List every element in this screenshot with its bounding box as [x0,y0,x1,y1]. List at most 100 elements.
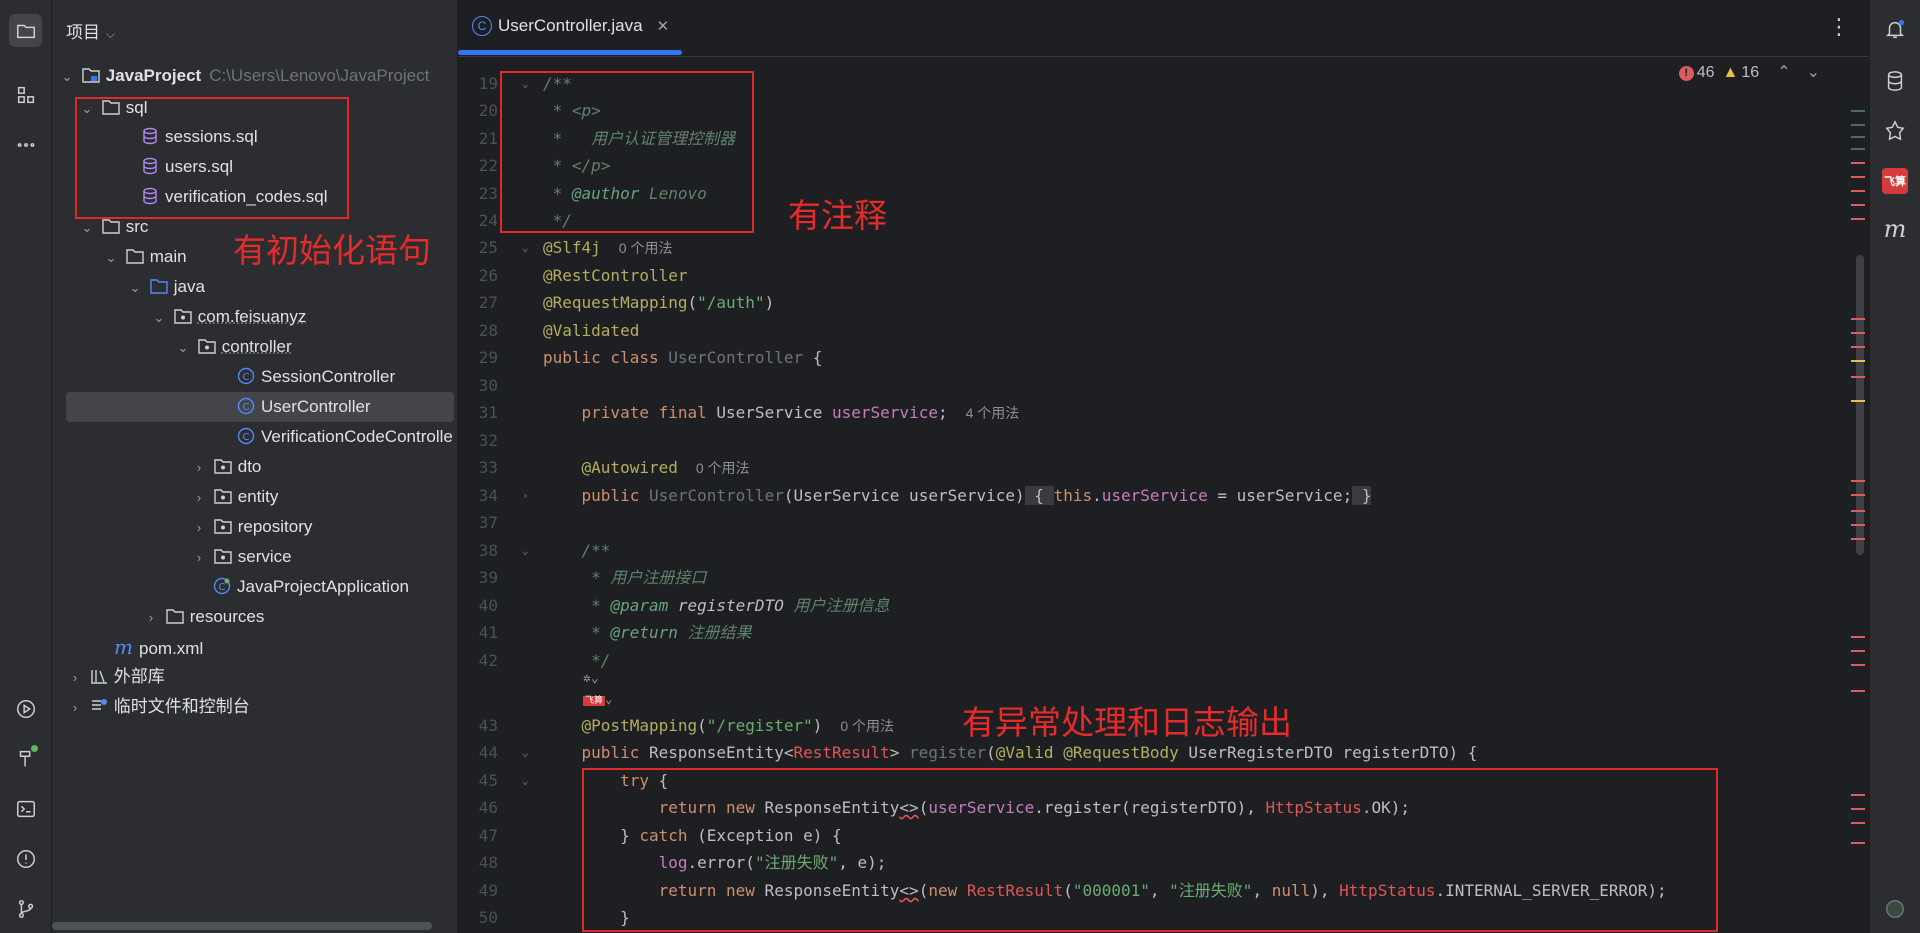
tree-item-resources[interactable]: › resources [142,602,265,633]
chevron-down-icon[interactable]: ⌄ [1807,64,1820,81]
tree-item-entity[interactable]: › entity [190,482,279,513]
svg-text:C: C [243,402,250,413]
close-icon[interactable]: ✕ [657,18,670,35]
maven-m-icon[interactable]: m [1882,215,1908,243]
tree-item-service[interactable]: › service [190,542,292,572]
tree-item-scratches[interactable]: › 临时文件和控制台 [66,692,250,722]
tree-item-label: 临时文件和控制台 [113,697,250,716]
project-path: C:\Users\Lenovo\JavaProject [209,66,430,85]
git-icon[interactable] [9,892,42,925]
more-vertical-icon[interactable]: ⋮ [1828,14,1850,40]
error-marker [1851,218,1865,220]
comment-annotation-box [500,71,754,233]
chevron-right-icon[interactable]: › [190,543,208,573]
project-panel-title[interactable]: 项目 ⌵ [66,18,115,43]
build-icon[interactable] [9,742,42,775]
folder-icon [102,219,120,234]
chevron-right-icon[interactable]: › [190,453,208,483]
error-marker [1851,376,1865,378]
tree-item-label: src [125,217,149,236]
error-marker [1851,176,1865,178]
avatar-icon[interactable] [1882,896,1908,922]
usage-hint[interactable]: 0 个用法 [619,240,673,256]
warning-icon: ▲ [1722,64,1739,81]
package-icon [214,459,232,474]
feisuan-inlay-icon[interactable]: 飞算 ⌄ [583,689,612,711]
problems-icon[interactable] [9,842,42,875]
tree-item-com-feisuanyz[interactable]: ⌄ com.feisuanyz [150,302,307,333]
tree-item-java[interactable]: ⌄ java [126,272,205,302]
chevron-down-icon[interactable]: ⌄ [58,62,76,92]
tree-item-label: SessionController [261,367,396,386]
project-horizontal-scrollbar[interactable] [52,922,432,930]
more-icon[interactable] [9,128,42,161]
error-count: 46 [1696,64,1715,81]
usage-hint[interactable]: 0 个用法 [696,460,750,476]
usage-hint[interactable]: 4 个用法 [966,405,1020,421]
error-marker [1851,494,1865,496]
run-icon[interactable] [9,692,42,725]
chevron-right-icon[interactable]: › [142,603,160,633]
chevron-down-icon[interactable]: ⌄ [150,303,168,333]
inspection-widget[interactable]: ! 46 ▲ 16 ⌃ ⌄ [1678,62,1820,82]
editor-tab-bar: C UserController.java ✕ ⋮ [458,0,1870,57]
package-icon [214,519,232,534]
ai-inlay-icon[interactable]: ✲⌄ [583,669,599,689]
chevron-down-icon[interactable]: ⌄ [174,333,192,363]
svg-text:C: C [243,372,250,383]
tree-item-main[interactable]: ⌄ main [102,242,187,272]
error-marker [1851,664,1865,666]
notifications-icon[interactable] [1882,16,1908,42]
sql-annotation-text: 有初始化语句 [233,232,431,269]
tree-item-label: dto [237,457,262,476]
chevron-down-icon[interactable]: ⌄ [126,273,144,303]
error-marker [1851,162,1865,164]
chevron-right-icon[interactable]: › [66,663,84,693]
ai-assistant-icon[interactable] [1882,118,1908,144]
project-title-label: 项目 [66,23,100,42]
usage-hint[interactable]: 0 个用法 [840,718,894,734]
error-marker [1851,190,1865,192]
status-dot [31,745,38,752]
error-marker [1851,510,1865,512]
tree-item-label: controller [221,337,292,356]
tree-item-label: service [237,547,292,566]
tree-item-dto[interactable]: › dto [190,452,262,483]
error-icon: ! [1678,66,1694,81]
left-tool-strip [0,0,52,933]
structure-icon[interactable] [9,78,42,111]
tree-item-label: main [149,247,187,266]
tree-item-external-libraries[interactable]: › 外部库 [66,662,165,692]
project-folder-icon[interactable] [9,14,42,47]
tree-item-javaproject[interactable]: ⌄ JavaProject C:\Users\Lenovo\JavaProject [58,61,430,92]
chevron-right-icon[interactable]: › [66,693,84,723]
module-folder-icon [82,68,100,83]
tree-item-label: JavaProjectApplication [237,577,409,596]
spring-class-icon: C [213,577,231,595]
database-icon[interactable] [1882,68,1908,94]
package-icon [198,339,216,354]
warning-count: 16 [1741,64,1760,81]
error-marker [1851,524,1865,526]
tab-usercontroller-java[interactable]: C UserController.java ✕ [472,16,669,46]
folder-icon [166,609,184,624]
tree-item-usercontroller[interactable]: C UserController [66,392,454,422]
package-icon [214,489,232,504]
tree-item-label: UserController [261,397,371,416]
chevron-right-icon[interactable]: › [190,483,208,513]
package-icon [174,309,192,324]
tree-item-sessioncontroller[interactable]: C SessionController [236,362,395,392]
chevron-down-icon[interactable]: ⌄ [102,243,120,273]
chevron-right-icon[interactable]: › [190,513,208,543]
code-editor[interactable]: CUserController.java✕ ⋮ !46▲16⌃⌄ 18 19⌄/… [458,0,1870,933]
tree-item-pom-xml[interactable]: m pom.xml [114,632,203,662]
tree-item-repository[interactable]: › repository [190,512,313,543]
sql-annotation-box [75,97,349,219]
chevron-up-icon[interactable]: ⌃ [1777,64,1790,81]
tree-item-verificationcodecontroller[interactable]: C VerificationCodeControlle [236,422,453,452]
class-icon: C [472,16,492,36]
feisuan-icon[interactable]: 飞算 [1882,168,1908,194]
tree-item-controller[interactable]: ⌄ controller [174,332,292,362]
tree-item-javaprojectapplication[interactable]: C JavaProjectApplication [212,572,409,602]
terminal-icon[interactable] [9,792,42,825]
